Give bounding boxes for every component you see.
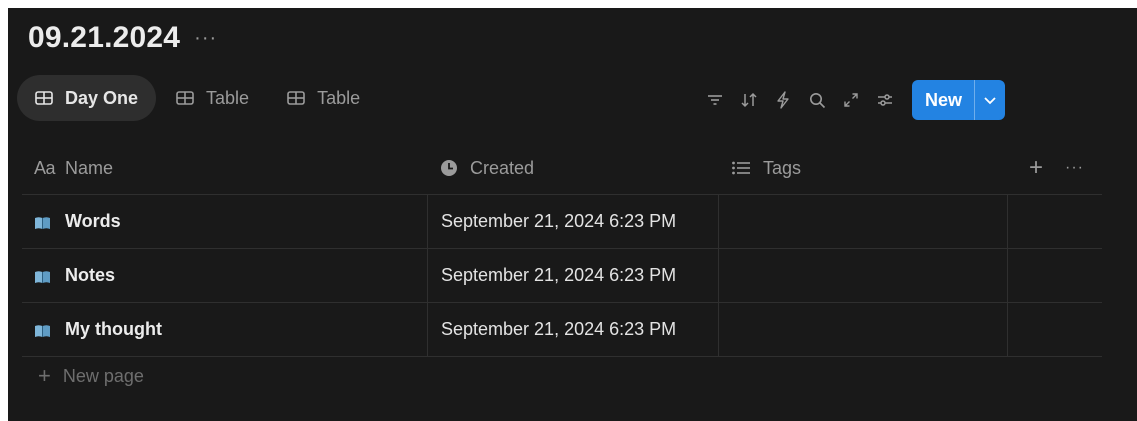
view-tabs: Day One Table Table	[17, 74, 380, 122]
database-title[interactable]: 09.21.2024	[28, 21, 180, 55]
tab-label: Table	[206, 87, 250, 108]
add-property-button[interactable]: +	[1029, 156, 1043, 180]
search-icon[interactable]	[806, 89, 828, 111]
new-page-label: New page	[62, 365, 144, 386]
empty-cell	[1007, 249, 1102, 302]
book-icon	[34, 268, 51, 283]
title-row: 09.21.2024 ···	[28, 18, 217, 58]
filter-icon[interactable]	[704, 89, 726, 111]
tab-label: Table	[317, 87, 361, 108]
created-cell[interactable]: September 21, 2024 6:23 PM	[427, 303, 718, 356]
name-cell[interactable]: My thought	[22, 303, 427, 356]
tags-cell[interactable]	[718, 249, 1007, 302]
table-row[interactable]: My thought September 21, 2024 6:23 PM	[22, 303, 1102, 357]
created-cell[interactable]: September 21, 2024 6:23 PM	[427, 249, 718, 302]
empty-cell	[1007, 195, 1102, 248]
new-button[interactable]: New	[912, 80, 974, 120]
column-label: Created	[470, 157, 535, 178]
table-header: Aa Name Created Tags + ···	[22, 142, 1102, 195]
tags-cell[interactable]	[718, 303, 1007, 356]
tab-table[interactable]: Table	[158, 75, 267, 121]
plus-icon: +	[38, 363, 51, 388]
row-name: Notes	[65, 265, 116, 285]
name-cell[interactable]: Words	[22, 195, 427, 248]
tab-label: Day One	[65, 87, 139, 108]
clock-icon	[440, 159, 458, 177]
empty-cell	[1007, 303, 1102, 356]
tab-day-one[interactable]: Day One	[17, 75, 157, 121]
row-created: September 21, 2024 6:23 PM	[441, 319, 677, 339]
sort-icon[interactable]	[738, 89, 760, 111]
new-page-button[interactable]: + New page	[22, 358, 144, 394]
table-row[interactable]: Notes September 21, 2024 6:23 PM	[22, 249, 1102, 303]
table-icon	[176, 91, 194, 105]
table-icon	[287, 91, 305, 105]
book-icon	[34, 322, 51, 337]
tags-cell[interactable]	[718, 195, 1007, 248]
row-name: Words	[65, 211, 121, 231]
column-label: Tags	[763, 157, 802, 178]
toolbar: New	[704, 80, 1006, 120]
column-label: Name	[65, 157, 114, 178]
database-table: Aa Name Created Tags + ··· Words Septemb…	[22, 142, 1102, 357]
table-icon	[35, 91, 53, 105]
tab-table-2[interactable]: Table	[269, 75, 378, 121]
row-created: September 21, 2024 6:23 PM	[441, 265, 677, 285]
chevron-down-icon[interactable]	[974, 80, 1005, 120]
row-created: September 21, 2024 6:23 PM	[441, 211, 677, 231]
name-cell[interactable]: Notes	[22, 249, 427, 302]
table-row[interactable]: Words September 21, 2024 6:23 PM	[22, 195, 1102, 249]
settings-icon[interactable]	[874, 89, 896, 111]
header-actions: + ···	[1029, 142, 1084, 194]
column-header-tags[interactable]: Tags	[718, 142, 1007, 194]
automation-icon[interactable]	[772, 89, 794, 111]
created-cell[interactable]: September 21, 2024 6:23 PM	[427, 195, 718, 248]
list-icon	[731, 160, 751, 176]
book-icon	[34, 214, 51, 229]
column-header-name[interactable]: Aa Name	[22, 142, 427, 194]
database-panel: 09.21.2024 ··· Day One Table Table New A…	[8, 8, 1137, 421]
more-options-icon[interactable]: ···	[1065, 159, 1084, 177]
expand-icon[interactable]	[840, 89, 862, 111]
row-name: My thought	[65, 319, 162, 339]
column-header-created[interactable]: Created	[427, 142, 718, 194]
more-options-icon[interactable]: ···	[194, 27, 217, 50]
text-type-icon: Aa	[34, 157, 56, 178]
new-button-group: New	[912, 80, 1006, 120]
